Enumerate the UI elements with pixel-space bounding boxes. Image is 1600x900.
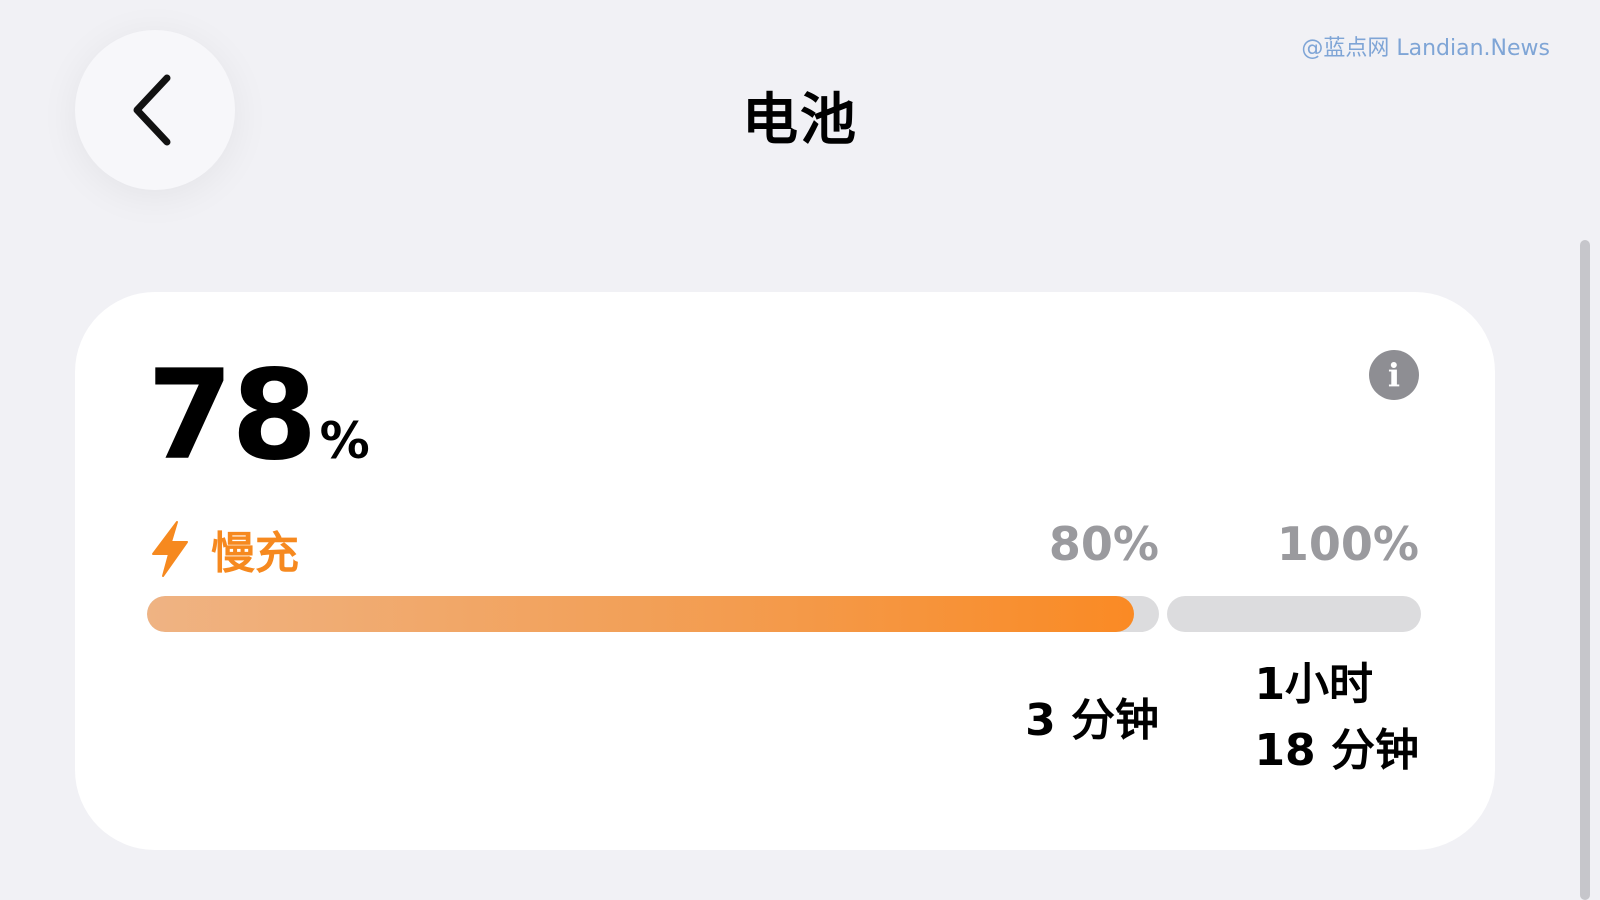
- time-to-80-percent: 3 分钟: [1025, 695, 1159, 746]
- charge-progress-fill: [147, 596, 1134, 632]
- scrollbar[interactable]: [1580, 240, 1590, 900]
- battery-level: 78 %: [147, 354, 370, 478]
- battery-level-unit: %: [319, 412, 370, 470]
- info-icon[interactable]: i: [1369, 350, 1419, 400]
- watermark: @蓝点网 Landian.News: [1301, 36, 1550, 61]
- marker-80-percent: 80%: [1048, 517, 1159, 571]
- charge-progress-track-to-80: [147, 596, 1159, 632]
- lightning-bolt-icon: [152, 521, 188, 577]
- marker-100-percent: 100%: [1276, 517, 1419, 571]
- page-title: 电池: [742, 88, 858, 153]
- time-to-100-minutes: 18 分钟: [1254, 725, 1419, 776]
- battery-level-value: 78: [147, 344, 318, 488]
- battery-card: 78 % i 慢充 80% 100% 3 分钟 1小时 18 分钟: [75, 292, 1495, 850]
- time-to-100-hours: 1小时: [1254, 659, 1374, 710]
- charge-progress-track-to-100: [1167, 596, 1421, 632]
- charge-mode-label: 慢充: [211, 528, 299, 579]
- time-to-100-percent: 1小时 18 分钟: [1254, 652, 1419, 784]
- charge-mode: 慢充: [147, 517, 299, 581]
